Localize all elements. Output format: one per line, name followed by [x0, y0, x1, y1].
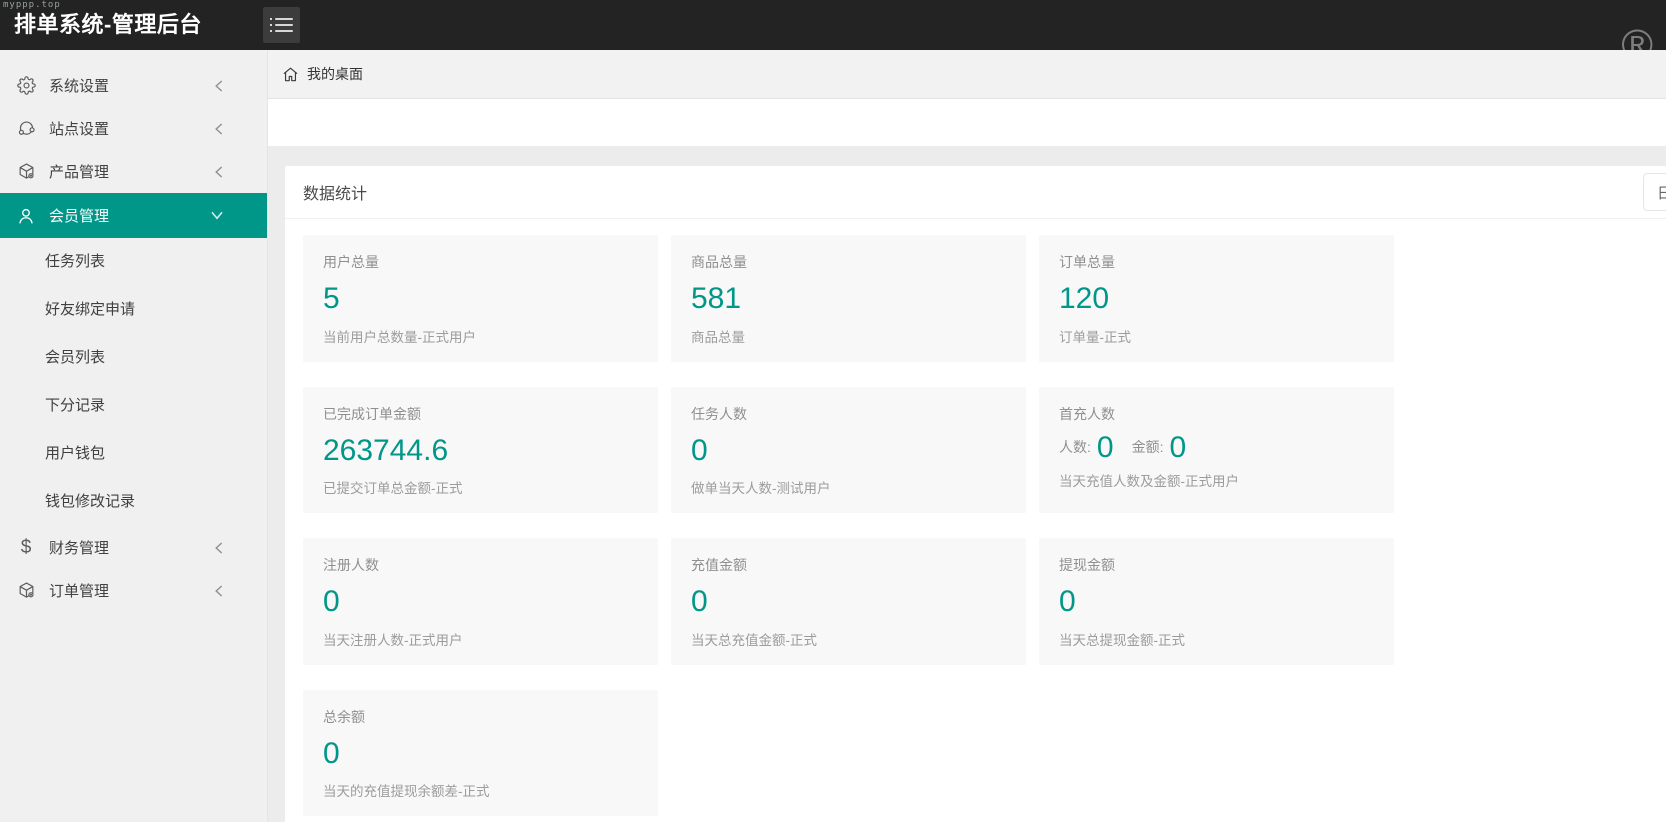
stat-caption: 当前用户总数量-正式用户 — [323, 329, 476, 345]
breadcrumb-home-link[interactable]: 我的桌面 — [307, 64, 363, 84]
sidebar-item-site-settings[interactable]: 站点设置 — [0, 107, 267, 150]
stats-panel: 数据统计 日 用户总量 5 当前用户总数量-正式用户 商品总量 581 商品总量… — [285, 166, 1666, 822]
app-header: 排单系统-管理后台 ® — [0, 0, 1666, 50]
sidebar-subitem[interactable]: 钱包修改记录 — [0, 478, 267, 526]
chevron-down-icon — [209, 209, 225, 222]
stat-pair-key: 金额: — [1131, 439, 1164, 456]
stat-label: 用户总量 — [323, 254, 379, 270]
content-area: 数据统计 日 用户总量 5 当前用户总数量-正式用户 商品总量 581 商品总量… — [268, 146, 1666, 822]
chevron-left-icon — [212, 121, 225, 137]
chevron-left-icon — [212, 164, 225, 180]
sidebar-toggle-button[interactable] — [263, 7, 300, 43]
stat-card-order-total: 订单总量 120 订单量-正式 — [1039, 235, 1394, 362]
stat-value: 0 — [323, 736, 340, 770]
sidebar-submenu-member-manage: 任务列表 好友绑定申请 会员列表 下分记录 用户钱包 钱包修改记录 — [0, 238, 267, 526]
sidebar-item-label: 财务管理 — [49, 540, 110, 557]
stat-caption: 当天总提现金额-正式 — [1059, 632, 1185, 648]
stat-pair-key: 人数: — [1059, 439, 1091, 456]
stat-label: 首充人数 — [1059, 405, 1115, 422]
sidebar-item-product-manage[interactable]: 产品管理 — [0, 150, 267, 193]
stat-pair-value: 0 — [1169, 430, 1187, 464]
stat-card-first-charge: 首充人数 人数: 0 金额: 0 当天充值人数及金额-正式用户 — [1039, 386, 1394, 513]
home-icon[interactable] — [282, 66, 299, 83]
sidebar-item-label: 订单管理 — [49, 583, 110, 600]
stat-value: 581 — [691, 282, 742, 315]
cube-icon — [16, 162, 36, 182]
cube-plus-icon — [16, 581, 36, 601]
sidebar-item-order-manage[interactable]: 订单管理 — [0, 569, 267, 612]
stat-value: 0 — [323, 585, 340, 618]
sidebar: 系统设置 站点设置 产品管理 会员管理 任务列表 好友绑定申请 会员列表 下分记录 用户… — [0, 50, 268, 822]
sidebar-subitem[interactable]: 会员列表 — [0, 334, 267, 382]
stat-card-recharge-amount: 充值金额 0 当天总充值金额-正式 — [671, 538, 1026, 665]
stat-card-user-total: 用户总量 5 当前用户总数量-正式用户 — [303, 235, 658, 362]
stats-panel-header: 数据统计 日 — [285, 166, 1666, 219]
stat-label: 总余额 — [323, 708, 365, 725]
chevron-left-icon — [212, 78, 225, 94]
panel-corner-button[interactable]: 日 — [1643, 173, 1666, 211]
chevron-left-icon — [212, 540, 225, 556]
watermark: myppp.top — [3, 0, 61, 10]
stat-caption: 当天注册人数-正式用户 — [323, 632, 463, 648]
sidebar-item-system-settings[interactable]: 系统设置 — [0, 64, 267, 107]
stat-value: 5 — [323, 282, 340, 315]
stat-pair-values: 人数: 0 金额: 0 — [1059, 430, 1374, 464]
stat-caption: 商品总量 — [691, 329, 745, 345]
sidebar-item-label: 产品管理 — [49, 164, 110, 181]
stat-label: 已完成订单金额 — [323, 405, 421, 422]
sidebar-item-label: 会员管理 — [49, 208, 110, 225]
chevron-left-icon — [212, 583, 225, 599]
stat-card-completed-order-amount: 已完成订单金额 263744.6 已提交订单总金额-正式 — [303, 386, 658, 513]
site-icon — [16, 119, 36, 139]
gear-icon — [16, 76, 36, 96]
sidebar-item-finance-manage[interactable]: $ 财务管理 — [0, 526, 267, 569]
stat-value: 0 — [691, 585, 708, 618]
stat-value: 120 — [1059, 282, 1110, 315]
stat-label: 任务人数 — [691, 405, 747, 422]
main-area: 我的桌面 数据统计 日 用户总量 5 当前用户总数量-正式用户 商品总量 581… — [268, 50, 1666, 822]
stat-label: 订单总量 — [1059, 254, 1115, 270]
stat-value: 0 — [1059, 585, 1076, 618]
dollar-icon: $ — [20, 536, 32, 558]
registered-mark-logo: ® — [1621, 21, 1653, 51]
stat-card-register-users: 注册人数 0 当天注册人数-正式用户 — [303, 538, 658, 665]
sidebar-item-label: 系统设置 — [49, 78, 110, 95]
stat-caption: 已提交订单总金额-正式 — [323, 481, 463, 496]
stat-label: 提现金额 — [1059, 557, 1115, 573]
sidebar-item-label: 站点设置 — [49, 121, 110, 138]
stat-value: 0 — [691, 433, 708, 467]
stat-caption: 当天的充值提现余额差-正式 — [323, 784, 490, 799]
stat-pair-value: 0 — [1096, 430, 1114, 464]
sidebar-item-member-manage[interactable]: 会员管理 — [0, 193, 267, 238]
stat-card-task-users: 任务人数 0 做单当天人数-测试用户 — [671, 386, 1026, 513]
stat-caption: 做单当天人数-测试用户 — [691, 481, 831, 496]
sidebar-subitem[interactable]: 任务列表 — [0, 238, 267, 286]
stats-grid: 用户总量 5 当前用户总数量-正式用户 商品总量 581 商品总量 订单总量 1… — [285, 219, 1666, 822]
sidebar-subitem[interactable]: 下分记录 — [0, 382, 267, 430]
stat-label: 注册人数 — [323, 557, 379, 573]
stat-card-total-balance: 总余额 0 当天的充值提现余额差-正式 — [303, 689, 658, 816]
breadcrumb: 我的桌面 — [268, 50, 1666, 99]
sidebar-subitem[interactable]: 好友绑定申请 — [0, 286, 267, 334]
stat-label: 商品总量 — [691, 254, 747, 270]
sidebar-subitem[interactable]: 用户钱包 — [0, 430, 267, 478]
user-icon — [16, 206, 36, 226]
panel-title: 数据统计 — [303, 186, 368, 203]
content-tab-strip — [268, 99, 1666, 146]
stat-label: 充值金额 — [691, 557, 747, 573]
stat-value: 263744.6 — [323, 433, 449, 467]
stat-caption: 当天充值人数及金额-正式用户 — [1059, 474, 1239, 489]
stat-card-goods-total: 商品总量 581 商品总量 — [671, 235, 1026, 362]
stat-caption: 当天总充值金额-正式 — [691, 632, 817, 648]
stat-caption: 订单量-正式 — [1059, 329, 1131, 345]
stat-card-withdraw-amount: 提现金额 0 当天总提现金额-正式 — [1039, 538, 1394, 665]
